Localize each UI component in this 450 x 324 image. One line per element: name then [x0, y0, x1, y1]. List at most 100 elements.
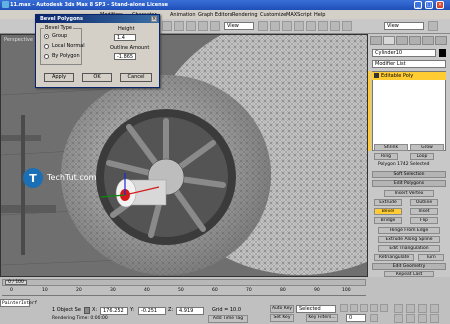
reference-coord-combo[interactable]: View — [224, 22, 254, 30]
outline-amount-spinner[interactable]: -1.865 — [114, 53, 136, 60]
scale-tool-icon[interactable] — [210, 21, 220, 31]
add-time-tag-button[interactable]: Add Time Tag — [208, 315, 248, 323]
set-key-button[interactable]: Set Key — [270, 314, 294, 322]
bevel-polygons-dialog: Bevel Polygons × Bevel Type Group Local … — [35, 14, 160, 88]
x-coordinate-field[interactable]: 176.252 — [100, 307, 128, 315]
modifier-list-combo[interactable]: Modifier List — [372, 60, 446, 68]
command-panel: Cylinder10 Modifier List Editable Poly S… — [368, 34, 450, 277]
select-region-icon[interactable] — [174, 21, 184, 31]
render-icon[interactable] — [342, 21, 352, 31]
tab-motion[interactable] — [409, 36, 421, 45]
tab-hierarchy[interactable] — [396, 36, 408, 45]
time-slider[interactable]: 0 / 100 — [2, 279, 366, 286]
current-frame-field[interactable]: 0 — [346, 314, 366, 322]
menu-customize[interactable]: Customize — [260, 12, 286, 18]
inset-button[interactable]: Inset — [410, 208, 438, 215]
tab-display[interactable] — [422, 36, 434, 45]
bevel-button[interactable]: Bevel — [374, 208, 402, 215]
tab-modify[interactable] — [383, 36, 395, 45]
timeline-ruler[interactable]: 0 10 20 30 40 50 60 70 80 90 100 — [2, 287, 366, 296]
ring-button[interactable]: Ring — [374, 153, 398, 160]
z-coordinate-field[interactable]: 4.919 — [176, 307, 204, 315]
menu-graph-editors[interactable]: Graph Editors — [198, 12, 232, 18]
move-tool-icon[interactable] — [186, 21, 196, 31]
bridge-button[interactable]: Bridge — [374, 217, 402, 224]
maximize-viewport-icon[interactable] — [430, 314, 439, 323]
layer-icon[interactable] — [294, 21, 304, 31]
bevel-type-label: Bevel Type — [44, 25, 74, 31]
height-spinner[interactable]: 1.4 — [114, 34, 136, 41]
loop-button[interactable]: Loop — [410, 153, 434, 160]
soft-selection-rollout[interactable]: Soft Selection — [372, 171, 446, 178]
time-config-icon[interactable] — [370, 314, 378, 322]
field-of-view-icon[interactable] — [394, 314, 403, 323]
zoom-all-icon[interactable] — [406, 304, 415, 313]
turn-button[interactable]: Turn — [418, 254, 444, 261]
extrude-button[interactable]: Extrude — [374, 199, 402, 206]
dialog-close-button[interactable]: × — [151, 16, 157, 22]
quick-render-icon[interactable] — [428, 21, 438, 31]
edit-triangulation-button[interactable]: Edit Triangulation — [378, 245, 440, 252]
radio-by-polygon[interactable] — [44, 54, 49, 59]
viewport-label[interactable]: Perspective — [4, 37, 33, 43]
height-label: Height — [118, 26, 135, 32]
extrude-along-spline-button[interactable]: Extrude Along Spline — [378, 236, 440, 243]
lock-selection-icon[interactable] — [84, 307, 90, 314]
flip-button[interactable]: Flip — [410, 217, 438, 224]
command-tabs — [370, 36, 448, 45]
hinge-from-edge-button[interactable]: Hinge From Edge — [378, 227, 440, 234]
tick-label: 40 — [144, 288, 150, 293]
play-icon[interactable] — [360, 304, 368, 312]
tab-create[interactable] — [370, 36, 382, 45]
next-frame-icon[interactable] — [370, 304, 378, 312]
retriangulate-button[interactable]: Retriangulate — [374, 254, 414, 261]
close-button[interactable]: × — [436, 1, 444, 9]
previous-frame-icon[interactable] — [350, 304, 358, 312]
edit-polygons-rollout[interactable]: Edit Polygons — [372, 180, 446, 187]
select-tool-icon[interactable] — [162, 21, 172, 31]
object-name-field[interactable]: Cylinder10 — [372, 49, 436, 57]
key-filters-button[interactable]: Key Filters... — [306, 314, 338, 322]
edit-geometry-rollout[interactable]: Edit Geometry — [372, 263, 446, 270]
time-slider-thumb[interactable]: 0 / 100 — [5, 280, 27, 285]
radio-group[interactable] — [44, 34, 49, 39]
auto-key-button[interactable]: Auto Key — [270, 305, 294, 313]
menu-rendering[interactable]: Rendering — [232, 12, 258, 18]
radio-local-normal[interactable] — [44, 44, 49, 49]
object-color-swatch[interactable] — [439, 49, 446, 57]
apply-button[interactable]: Apply — [44, 73, 74, 82]
y-coordinate-field[interactable]: -0.251 — [138, 307, 166, 315]
cancel-button[interactable]: Cancel — [120, 73, 152, 82]
zoom-extents-all-icon[interactable] — [430, 304, 439, 313]
menu-help[interactable]: Help — [314, 12, 325, 18]
pivot-icon[interactable] — [258, 21, 268, 31]
selected-key-combo[interactable]: Selected — [296, 305, 336, 313]
view-combo[interactable]: View — [384, 22, 424, 30]
ok-button[interactable]: OK — [82, 73, 112, 82]
minimize-button[interactable]: _ — [414, 1, 422, 9]
mirror-icon[interactable] — [270, 21, 280, 31]
menu-maxscript[interactable]: MAXScript — [286, 12, 312, 18]
menu-animation[interactable]: Animation — [170, 12, 196, 18]
stack-item-editable-poly[interactable]: Editable Poly — [372, 72, 446, 80]
zoom-extents-icon[interactable] — [418, 304, 427, 313]
go-to-start-icon[interactable] — [340, 304, 348, 312]
orbit-icon[interactable] — [418, 314, 427, 323]
window-title: 11.max - Autodesk 3ds Max 8 SP3 - Stand-… — [10, 2, 169, 8]
maximize-button[interactable]: □ — [425, 1, 433, 9]
zoom-icon[interactable] — [394, 304, 403, 313]
shrink-button[interactable]: Shrink — [374, 144, 408, 151]
curve-editor-icon[interactable] — [306, 21, 316, 31]
align-icon[interactable] — [282, 21, 292, 31]
insert-vertex-button[interactable]: Insert Vertex — [384, 190, 434, 197]
render-setup-icon[interactable] — [330, 21, 340, 31]
expand-icon[interactable] — [374, 73, 379, 78]
pan-icon[interactable] — [406, 314, 415, 323]
go-to-end-icon[interactable] — [380, 304, 388, 312]
tab-utilities[interactable] — [435, 36, 447, 45]
grow-button[interactable]: Grow — [410, 144, 444, 151]
maxscript-listener[interactable]: PainterInterf — [0, 299, 37, 307]
material-editor-icon[interactable] — [318, 21, 328, 31]
outline-button[interactable]: Outline — [410, 199, 438, 206]
rotate-tool-icon[interactable] — [198, 21, 208, 31]
